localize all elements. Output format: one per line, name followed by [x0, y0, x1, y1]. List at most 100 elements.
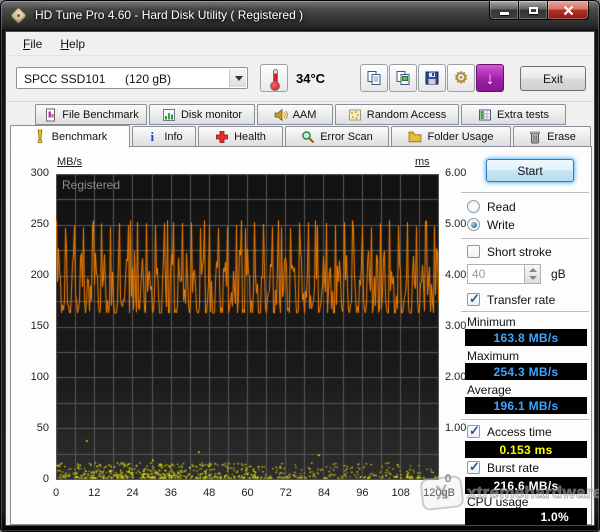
- stepper-down-icon: [529, 276, 537, 280]
- tab-aam[interactable]: AAM: [257, 104, 333, 125]
- tab-folder-usage[interactable]: Folder Usage: [391, 126, 511, 147]
- copy-image-icon: [395, 70, 411, 86]
- tab-label: AAM: [293, 109, 317, 121]
- gears-icon: ⚙: [454, 68, 468, 88]
- separator: [461, 192, 589, 193]
- short-stroke-checkbox[interactable]: [467, 245, 480, 258]
- maximum-value: 254.3 MB/s: [465, 363, 587, 380]
- average-label: Average: [467, 383, 511, 397]
- chart-canvas: [56, 174, 439, 480]
- separator: [461, 419, 589, 420]
- app-icon: [9, 6, 27, 24]
- access-time-checkbox[interactable]: [467, 425, 480, 438]
- save-button[interactable]: [418, 64, 446, 92]
- tab-extra-tests[interactable]: Extra tests: [461, 104, 566, 125]
- download-update-button[interactable]: ↓: [476, 64, 504, 92]
- write-label: Write: [487, 218, 515, 232]
- separator: [461, 311, 589, 312]
- short-stroke-label: Short stroke: [487, 245, 552, 259]
- access-time-label: Access time: [487, 425, 552, 439]
- file-benchmark-icon: [43, 108, 57, 122]
- drive-selector[interactable]: SPCC SSD101 (120 gB): [16, 67, 248, 89]
- short-stroke-value-field[interactable]: 40: [467, 264, 525, 284]
- burst-rate-value: 216.6 MB/s: [465, 477, 587, 494]
- health-cross-icon: [215, 130, 229, 144]
- window-title: HD Tune Pro 4.60 - Hard Disk Utility ( R…: [35, 8, 303, 22]
- thermometer-bulb: [270, 81, 280, 91]
- tab-label: Erase: [547, 131, 576, 143]
- random-access-icon: [348, 108, 362, 122]
- drive-capacity: (120 gB): [125, 72, 171, 86]
- tab-random-access[interactable]: Random Access: [335, 104, 459, 125]
- menu-help[interactable]: Help: [51, 34, 94, 54]
- speaker-icon: [274, 108, 288, 122]
- short-stroke-stepper[interactable]: [525, 264, 541, 284]
- maximum-label: Maximum: [467, 349, 519, 363]
- burst-rate-checkbox[interactable]: [467, 461, 480, 474]
- tab-info[interactable]: i Info: [132, 126, 196, 147]
- tab-label: Folder Usage: [427, 131, 493, 143]
- tab-label: Error Scan: [320, 131, 373, 143]
- cpu-usage-label: CPU usage: [467, 495, 528, 509]
- menu-bar: File Help: [6, 32, 594, 56]
- options-button[interactable]: ⚙: [447, 64, 475, 92]
- y-left-tick-label: 0: [15, 473, 49, 485]
- title-bar: HD Tune Pro 4.60 - Hard Disk Utility ( R…: [1, 1, 599, 31]
- transfer-rate-label: Transfer rate: [487, 293, 555, 307]
- tab-benchmark[interactable]: Benchmark: [10, 125, 130, 148]
- y-left-tick-label: 250: [15, 218, 49, 230]
- close-icon: [563, 5, 574, 16]
- y-right-tick-label: 6.00: [445, 167, 479, 179]
- close-button[interactable]: [547, 1, 589, 20]
- benchmark-panel: MB/s ms Registered 3002502001501005006.0…: [10, 146, 592, 525]
- minimum-value: 163.8 MB/s: [465, 329, 587, 346]
- exit-button[interactable]: Exit: [520, 66, 586, 91]
- start-button[interactable]: Start: [486, 159, 574, 182]
- tab-label: Disk monitor: [181, 109, 242, 121]
- copy-screenshot-button[interactable]: [389, 64, 417, 92]
- benchmark-icon: [33, 130, 47, 144]
- disk-monitor-icon: [162, 108, 176, 122]
- folder-icon: [408, 130, 422, 144]
- extra-tests-icon: [478, 108, 492, 122]
- minimize-button[interactable]: [489, 1, 519, 20]
- transfer-rate-checkbox[interactable]: [467, 293, 480, 306]
- write-radio[interactable]: [467, 218, 480, 231]
- stepper-up-icon: [529, 268, 537, 272]
- info-icon: i: [145, 130, 159, 144]
- tab-file-benchmark[interactable]: File Benchmark: [35, 104, 147, 125]
- y-right-axis-label: ms: [415, 156, 430, 168]
- trash-icon: [528, 130, 542, 144]
- y-left-axis-label: MB/s: [57, 156, 82, 168]
- tab-error-scan[interactable]: Error Scan: [285, 126, 389, 147]
- registered-watermark: Registered: [62, 178, 120, 192]
- download-arrow-icon: ↓: [486, 70, 495, 87]
- y-left-tick-label: 300: [15, 167, 49, 179]
- caption-buttons: [489, 1, 589, 20]
- separator: [461, 238, 589, 239]
- copy-icon: [366, 70, 382, 86]
- tab-label: File Benchmark: [62, 109, 138, 121]
- temperature-value: 34°C: [296, 71, 325, 86]
- app-window: HD Tune Pro 4.60 - Hard Disk Utility ( R…: [0, 0, 600, 532]
- menu-file[interactable]: File: [14, 34, 51, 54]
- tab-health[interactable]: Health: [198, 126, 283, 147]
- access-time-value: 0.153 ms: [465, 441, 587, 458]
- drive-selector-dropdown[interactable]: [229, 69, 246, 87]
- maximize-icon: [529, 7, 538, 14]
- tab-disk-monitor[interactable]: Disk monitor: [149, 104, 255, 125]
- read-radio[interactable]: [467, 200, 480, 213]
- copy-text-button[interactable]: [360, 64, 388, 92]
- chevron-down-icon: [235, 76, 243, 81]
- tab-label: Health: [234, 131, 266, 143]
- cpu-usage-value: 1.0%: [465, 508, 587, 525]
- temperature-button[interactable]: [260, 64, 288, 92]
- tab-erase[interactable]: Erase: [513, 126, 591, 147]
- y-left-tick-label: 200: [15, 269, 49, 281]
- save-icon: [424, 70, 440, 86]
- toolbar: SPCC SSD101 (120 gB) 34°C: [6, 56, 594, 102]
- maximize-button[interactable]: [519, 1, 547, 20]
- y-left-tick-label: 150: [15, 320, 49, 332]
- benchmark-chart: [56, 174, 439, 480]
- tab-label: Extra tests: [497, 109, 549, 121]
